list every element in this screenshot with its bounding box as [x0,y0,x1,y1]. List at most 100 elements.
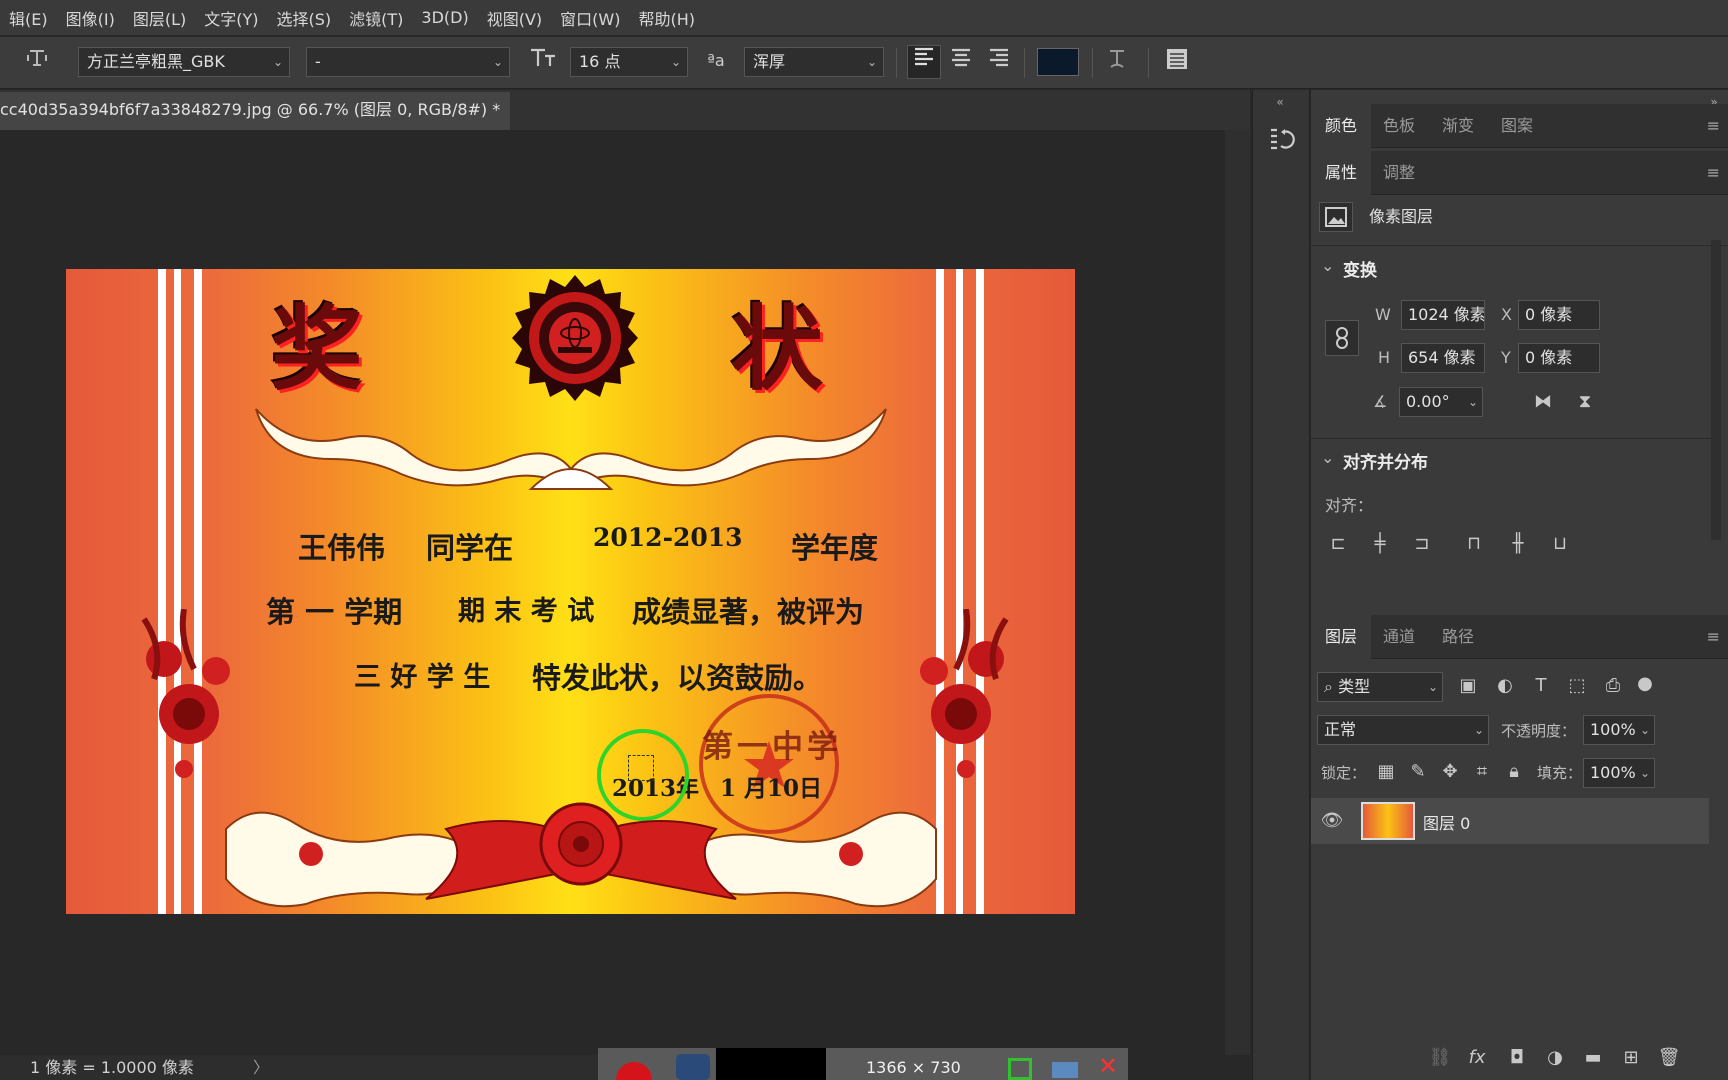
recording-icon[interactable] [616,1062,652,1080]
tab-color[interactable]: 颜色 [1311,104,1372,148]
border-stripe [194,269,202,914]
blend-mode-select[interactable]: 正常 ⌄ [1317,715,1489,745]
screen-resolution: 1366 × 730 [866,1058,961,1077]
tab-channels[interactable]: 通道 [1369,615,1429,659]
x-label: X [1501,305,1512,324]
tab-paths[interactable]: 路径 [1428,615,1488,659]
chevron-down-icon[interactable]: ⌄ [1321,448,1334,467]
new-layer-icon[interactable]: ⊞ [1619,1046,1643,1070]
adjustment-layer-icon[interactable]: ◑ [1543,1046,1567,1070]
font-family-select[interactable]: 方正兰亭粗黑_GBK ⌄ [78,47,290,77]
tab-swatches[interactable]: 色板 [1369,104,1429,148]
tab-properties[interactable]: 属性 [1311,151,1372,195]
menu-window[interactable]: 窗口(W) [551,6,629,30]
transform-header[interactable]: 变换 [1343,256,1377,281]
tab-patterns[interactable]: 图案 [1487,104,1547,148]
window-icon[interactable] [1052,1062,1078,1078]
filter-toggle-icon[interactable]: ● [1635,672,1655,696]
layer-kind-filter[interactable]: ⌕ 类型 ⌄ [1317,672,1443,702]
fill-field[interactable]: 100% ⌄ [1583,758,1655,788]
lock-transparent-icon[interactable]: ▦ [1375,760,1397,784]
align-left-text-button[interactable] [907,45,941,79]
chevron-down-icon: ⌄ [1427,680,1438,694]
lock-image-icon[interactable]: ✎ [1407,760,1429,784]
fill-label: 填充： [1537,764,1583,782]
properties-scrollbar[interactable] [1711,240,1721,540]
menu-edit[interactable]: 辑(E) [0,6,57,30]
panel-menu-icon[interactable]: ≡ [1707,116,1720,135]
align-bottom-edges-icon[interactable]: ⊔ [1547,532,1573,556]
link-dimensions-icon[interactable] [1325,320,1359,356]
menu-view[interactable]: 视图(V) [478,6,551,30]
flip-vertical-icon[interactable]: ⧗ [1571,390,1599,414]
filter-pixel-icon[interactable]: ▣ [1456,674,1480,698]
menu-layer[interactable]: 图层(L) [124,6,195,30]
font-family-value: 方正兰亭粗黑_GBK [87,52,225,71]
delete-layer-icon[interactable]: 🗑︎ [1657,1046,1681,1070]
type-tool-preset-icon[interactable] [22,46,52,78]
align-horizontal-centers-icon[interactable]: ╪ [1367,532,1393,556]
status-menu-icon[interactable]: 〉 [253,1058,269,1077]
ornament-scroll-icon [255,408,887,491]
align-center-text-button[interactable] [944,47,978,77]
lock-all-icon[interactable]: 🔒︎ [1503,760,1525,784]
lock-position-icon[interactable]: ✥ [1439,760,1461,784]
close-icon[interactable]: ✕ [1098,1052,1118,1080]
tab-adjustments[interactable]: 调整 [1369,151,1429,195]
confirm-icon[interactable] [1008,1058,1032,1080]
align-top-edges-icon[interactable]: ⊓ [1461,532,1487,556]
align-label: 对齐： [1325,496,1374,515]
anti-alias-select[interactable]: 浑厚 ⌄ [744,47,884,77]
filter-adjustment-icon[interactable]: ◐ [1493,674,1517,698]
lock-artboard-icon[interactable]: ⌗ [1471,760,1493,784]
warp-text-icon[interactable] [1100,47,1134,79]
menu-image[interactable]: 图像(I) [57,6,124,30]
font-size-select[interactable]: 16 点 ⌄ [570,47,688,77]
add-mask-icon[interactable]: ◘ [1505,1046,1529,1070]
flip-horizontal-icon[interactable]: ⧓ [1529,390,1557,414]
align-right-text-button[interactable] [982,47,1016,77]
document-tab[interactable]: cc40d35a394bf6f7a33848279.jpg @ 66.7% (图… [0,92,510,130]
canvas-vertical-scrollbar[interactable] [1225,130,1250,1055]
width-field[interactable]: 1024 像素 [1401,300,1485,330]
filter-shape-icon[interactable]: ⬚ [1565,674,1589,698]
menu-filter[interactable]: 滤镜(T) [340,6,412,30]
camera-icon[interactable] [676,1054,710,1080]
history-panel-icon[interactable] [1263,126,1299,162]
menu-select[interactable]: 选择(S) [268,6,341,30]
align-vertical-centers-icon[interactable]: ╫ [1505,532,1531,556]
panel-menu-icon[interactable]: ≡ [1707,163,1720,182]
align-right-edges-icon[interactable]: ⊐ [1409,532,1435,556]
new-group-icon[interactable]: ▬ [1581,1046,1605,1070]
tab-gradients[interactable]: 渐变 [1428,104,1488,148]
text-color-swatch[interactable] [1037,48,1079,76]
panel-menu-icon[interactable]: ≡ [1707,627,1720,646]
menu-type[interactable]: 文字(Y) [195,6,267,30]
angle-icon: ∡ [1373,392,1388,411]
tab-layers[interactable]: 图层 [1311,615,1372,659]
collapse-left-icon[interactable]: « [1265,90,1295,114]
character-panel-icon[interactable] [1160,47,1194,79]
visibility-eye-icon[interactable]: 👁︎ [1319,809,1345,833]
filter-type-icon[interactable]: T [1529,674,1553,698]
filter-smart-object-icon[interactable]: ⎙ [1601,674,1625,698]
chevron-down-icon: ⌄ [670,55,681,69]
angle-field[interactable]: 0.00° ⌄ [1399,387,1483,417]
align-distribute-header[interactable]: 对齐并分布 [1343,448,1428,473]
font-style-select[interactable]: - ⌄ [306,47,510,77]
layer-name[interactable]: 图层 0 [1423,810,1470,834]
link-layers-icon[interactable]: ⛓ [1428,1046,1452,1070]
layer-row[interactable]: 👁︎ 图层 0 [1311,798,1709,844]
menu-help[interactable]: 帮助(H) [629,6,704,30]
certificate-image[interactable]: 奖 状 王伟伟 同学在 2012-2013 学年度 第 一 学期 期 末 考 试… [66,269,1075,914]
opacity-field[interactable]: 100% ⌄ [1583,715,1655,745]
cert-text: 第 一 学期 [266,595,403,629]
height-field[interactable]: 654 像素 [1401,343,1485,373]
fx-icon[interactable]: fx [1465,1046,1489,1070]
menu-3d[interactable]: 3D(D) [412,8,477,27]
x-field[interactable]: 0 像素 [1518,300,1600,330]
layer-thumbnail [1361,802,1415,840]
y-field[interactable]: 0 像素 [1518,343,1600,373]
align-left-edges-icon[interactable]: ⊏ [1325,532,1351,556]
chevron-down-icon[interactable]: ⌄ [1321,256,1334,275]
